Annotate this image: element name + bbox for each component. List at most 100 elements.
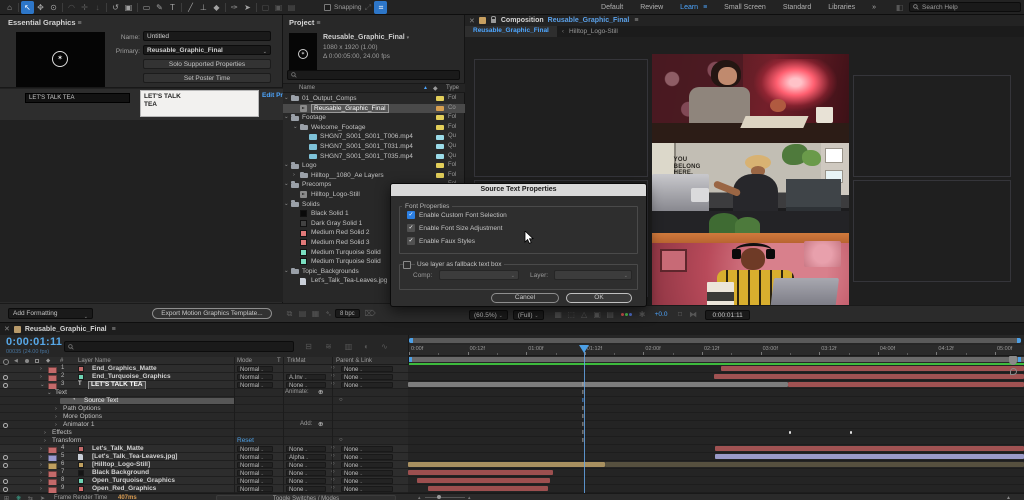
- label-color-chip[interactable]: [436, 153, 444, 159]
- new-comp-icon[interactable]: ▦: [309, 307, 322, 320]
- property-row[interactable]: › Path Options I: [0, 405, 1024, 413]
- layer-name[interactable]: Let's_Talk_Matte: [92, 445, 144, 453]
- trkmat-dropdown[interactable]: None⌄: [286, 469, 326, 476]
- zoom-dropdown[interactable]: (60.5%) ⌄: [469, 309, 508, 320]
- grid-guides-icon[interactable]: ▦: [552, 308, 565, 321]
- mode-dropdown[interactable]: Normal⌄: [237, 365, 273, 372]
- label-color-chip[interactable]: [436, 144, 444, 150]
- layer-name[interactable]: [Let's_Talk_Tea-Leaves.jpg]: [92, 453, 177, 461]
- project-row[interactable]: SHGN7_S001_S001_T006.mp4 Qu: [283, 132, 465, 142]
- trash-icon[interactable]: ⌦: [364, 307, 377, 320]
- layer-name[interactable]: [Hilltop_Logo-Still]: [92, 461, 150, 469]
- new-folder-icon[interactable]: ▤: [296, 307, 309, 320]
- mask-visibility-icon[interactable]: ⬚: [565, 308, 578, 321]
- property-row[interactable]: › More Options I: [0, 413, 1024, 421]
- animate-add-icon[interactable]: ⊕: [318, 389, 323, 397]
- project-item-name[interactable]: Black Solid 1: [311, 209, 349, 219]
- layer-name[interactable]: End_Turquoise_Graphics: [92, 373, 171, 381]
- zoom-out-frames-icon[interactable]: ▴: [418, 495, 421, 500]
- layer-duration-bar[interactable]: [788, 382, 1024, 387]
- layer-row[interactable]: ⌄3TLET'S TALK TEANormal⌄None⌄○None⌄I: [0, 381, 1024, 390]
- orbit-camera-tool[interactable]: ◠: [65, 1, 78, 14]
- reset-link[interactable]: Reset: [237, 437, 254, 445]
- layer-name[interactable]: Open_Turquoise_Graphics: [92, 477, 175, 485]
- timeline-search-box[interactable]: [64, 341, 294, 352]
- workspace-panel-icon[interactable]: ◧: [893, 1, 906, 14]
- layer-row[interactable]: ›8Open_Turquoise_GraphicsNormal⌄None⌄○No…: [0, 477, 1024, 486]
- project-item-name[interactable]: Medium Red Solid 2: [311, 228, 370, 238]
- gizmo-icon[interactable]: ⌗: [374, 0, 388, 14]
- shield-comp-button[interactable]: [1009, 356, 1017, 365]
- twirl-icon[interactable]: ⌄: [293, 123, 298, 133]
- work-area-bar[interactable]: [409, 357, 1024, 362]
- mask-mode-icon-2[interactable]: ▣: [272, 1, 285, 14]
- eg-property-row[interactable]: LET'S TALK TEA LET'S TALK TEA Edit Prop: [0, 89, 291, 120]
- layer-duration-bar[interactable]: [720, 366, 1024, 371]
- snapshot-show-icon[interactable]: ▤: [604, 308, 617, 321]
- project-item-name[interactable]: SHGN7_S001_S001_T006.mp4: [320, 132, 413, 142]
- draft-3d-icon[interactable]: ≋: [322, 340, 335, 353]
- project-item-name[interactable]: Hilltop_Logo-Still: [311, 190, 360, 200]
- label-color-chip[interactable]: [436, 172, 444, 178]
- layer-duration-bar[interactable]: [408, 462, 606, 467]
- project-item-name[interactable]: Hilltop__1080_Ae Layers: [311, 171, 384, 181]
- layer-duration-bar[interactable]: [714, 454, 1024, 459]
- current-timecode[interactable]: 0:00:01:11: [6, 336, 62, 348]
- trkmat-dropdown[interactable]: A.Inv⌄: [286, 373, 326, 380]
- ok-button[interactable]: OK: [566, 293, 632, 303]
- layer-name[interactable]: Open_Red_Graphics: [92, 485, 156, 493]
- eye-visibility-icon[interactable]: [3, 455, 8, 460]
- trkmat-dropdown[interactable]: Alpha⌄: [286, 453, 326, 460]
- workspace-standard[interactable]: Standard: [783, 4, 811, 11]
- mode-dropdown[interactable]: Normal⌄: [237, 469, 273, 476]
- project-row[interactable]: ⌄ Welcome_Footage Fol: [283, 123, 465, 133]
- dolly-camera-tool[interactable]: ↓: [91, 1, 104, 14]
- project-item-name[interactable]: Dark Gray Solid 1: [311, 219, 362, 229]
- property-row[interactable]: ◔ Source Text ○ I: [0, 397, 1024, 405]
- time-navigator-bar[interactable]: [409, 338, 1021, 343]
- label-color-chip[interactable]: [436, 105, 444, 111]
- resolution-dropdown[interactable]: (Full) ⌄: [512, 309, 544, 320]
- dialog-title[interactable]: Source Text Properties: [391, 184, 646, 196]
- exposure-reset-icon[interactable]: ✱: [636, 308, 649, 321]
- mode-dropdown[interactable]: Normal⌄: [237, 445, 273, 452]
- parent-link-dropdown[interactable]: None⌄: [341, 365, 393, 372]
- help-search-box[interactable]: Search Help: [909, 2, 1021, 12]
- project-row[interactable]: ⌄ Logo Fol: [283, 161, 465, 171]
- panel-menu-icon[interactable]: ≡: [316, 20, 320, 27]
- eye-visibility-icon[interactable]: [3, 463, 8, 468]
- zoom-in-frames-icon[interactable]: ▴: [468, 495, 471, 500]
- eye-visibility-icon[interactable]: [3, 383, 8, 388]
- trkmat-dropdown[interactable]: None⌄: [286, 445, 326, 452]
- name-input[interactable]: Untitled: [143, 31, 271, 41]
- workspace-learn[interactable]: Learn: [680, 4, 698, 11]
- layer-duration-bar[interactable]: [714, 446, 1024, 451]
- property-row[interactable]: › Effects I: [0, 429, 1024, 437]
- property-row[interactable]: ⌄ Text Animate: ⊕ I: [0, 389, 1024, 397]
- workspace-small-screen[interactable]: Small Screen: [724, 4, 766, 11]
- label-color-chip[interactable]: [436, 163, 444, 169]
- checkbox-enable-custom-font-selection[interactable]: ✓: [407, 211, 415, 219]
- twirl-icon[interactable]: ⌄: [284, 113, 289, 123]
- selection-tool[interactable]: ↖: [21, 0, 34, 14]
- keyframe-marker[interactable]: I: [582, 438, 584, 444]
- lock-icon[interactable]: [490, 15, 497, 23]
- work-area-start[interactable]: [409, 357, 412, 362]
- layer-duration-bar[interactable]: [714, 374, 1024, 379]
- keyframe-marker[interactable]: I: [582, 414, 584, 420]
- timeline-tab-name[interactable]: Reusable_Graphic_Final: [25, 326, 107, 333]
- label-color-chip[interactable]: [436, 134, 444, 140]
- viewer-timecode[interactable]: 0:00:01:11: [705, 309, 750, 320]
- resize-grip-icon[interactable]: ▲: [1006, 495, 1011, 500]
- checkbox-enable-font-size-adjustment[interactable]: ✓: [407, 224, 415, 232]
- project-bpc-badge[interactable]: 8 bpc: [335, 309, 360, 318]
- twirl-icon[interactable]: ⌄: [284, 200, 289, 210]
- project-item-name[interactable]: Medium Turquoise Solid: [311, 248, 381, 258]
- keyframe-marker[interactable]: I: [582, 406, 584, 412]
- keyframe-marker[interactable]: I: [582, 430, 584, 436]
- mode-dropdown[interactable]: Normal⌄: [237, 453, 273, 460]
- solo-supported-properties-button[interactable]: Solo Supported Properties: [143, 59, 271, 69]
- eye-visibility-icon[interactable]: [3, 479, 8, 484]
- layer-duration-bar[interactable]: [417, 478, 551, 483]
- layer-row[interactable]: › 5 [Let's_Talk_Tea-Leaves.jpg] Normal⌄ Alph…: [0, 453, 1024, 462]
